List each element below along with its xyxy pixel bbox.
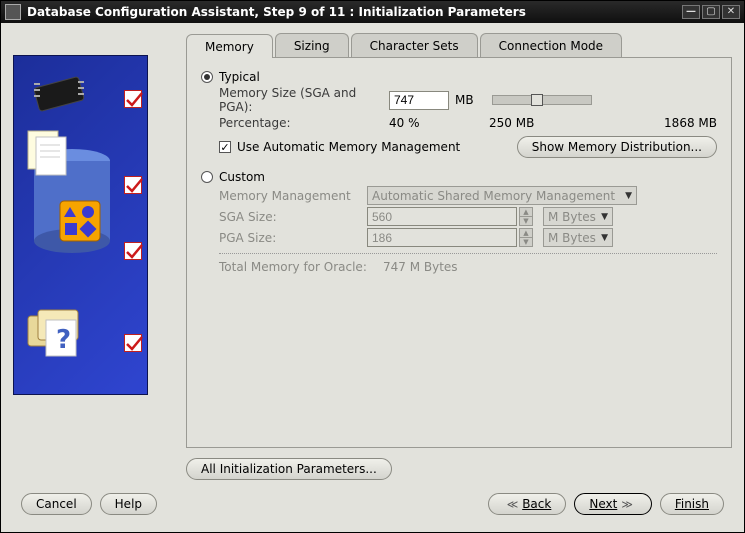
memory-panel: Typical Memory Size (SGA and PGA): MB Pe… [186, 57, 732, 448]
sga-unit-combo: M Bytes ▼ [543, 207, 613, 226]
memory-management-combo: Automatic Shared Memory Management ▼ [367, 186, 637, 205]
memory-size-input[interactable] [389, 91, 449, 110]
memory-slider-knob[interactable] [531, 94, 543, 106]
close-button[interactable]: ✕ [722, 5, 740, 19]
footer-bar: Cancel Help ≪Back Next ≫ Finish [13, 480, 732, 528]
pga-unit-combo: M Bytes ▼ [543, 228, 613, 247]
tab-connection-mode[interactable]: Connection Mode [480, 33, 622, 57]
window-titlebar: Database Configuration Assistant, Step 9… [1, 1, 744, 23]
pga-unit-value: M Bytes [548, 231, 596, 245]
memory-slider[interactable] [492, 95, 592, 105]
window-title: Database Configuration Assistant, Step 9… [27, 5, 680, 19]
sga-size-input [367, 207, 517, 226]
next-button[interactable]: Next ≫ [574, 493, 651, 515]
pga-size-label: PGA Size: [219, 231, 367, 245]
radio-custom[interactable] [201, 171, 213, 183]
percentage-value: 40 % [389, 116, 489, 130]
back-button-label: Back [522, 497, 551, 511]
tab-memory[interactable]: Memory [186, 34, 273, 58]
cancel-button[interactable]: Cancel [21, 493, 92, 515]
memory-size-unit: MB [455, 93, 474, 107]
tab-sizing[interactable]: Sizing [275, 33, 349, 57]
svg-text:?: ? [56, 325, 71, 355]
chevron-down-icon: ▼ [601, 233, 608, 243]
memory-size-label: Memory Size (SGA and PGA): [219, 86, 389, 114]
checkbox-auto-memory-label: Use Automatic Memory Management [237, 140, 460, 154]
app-icon [5, 4, 21, 20]
back-button[interactable]: ≪Back [488, 493, 567, 515]
percentage-label: Percentage: [219, 116, 389, 130]
chevron-right-icon: ≫ [621, 498, 633, 511]
step-check-icon [124, 176, 142, 194]
maximize-button[interactable]: ▢ [702, 5, 720, 19]
radio-typical[interactable] [201, 71, 213, 83]
radio-typical-label: Typical [219, 70, 260, 84]
sga-size-label: SGA Size: [219, 210, 367, 224]
total-memory-value: 747 M Bytes [383, 260, 458, 274]
total-memory-label: Total Memory for Oracle: [219, 260, 383, 274]
next-button-label: Next [589, 497, 617, 511]
finish-button[interactable]: Finish [660, 493, 724, 515]
pga-spinner: ▲▼ [519, 228, 533, 247]
sga-spinner: ▲▼ [519, 207, 533, 226]
step-check-icon [124, 334, 142, 352]
wizard-sidebar: ? [13, 55, 148, 395]
step-check-icon [124, 90, 142, 108]
memory-management-label: Memory Management [219, 189, 367, 203]
slider-mid-label: 250 MB [489, 116, 579, 130]
show-memory-distribution-button[interactable]: Show Memory Distribution... [517, 136, 717, 158]
help-button[interactable]: Help [100, 493, 157, 515]
radio-custom-label: Custom [219, 170, 265, 184]
tab-character-sets[interactable]: Character Sets [351, 33, 478, 57]
memory-management-value: Automatic Shared Memory Management [372, 189, 615, 203]
sga-unit-value: M Bytes [548, 210, 596, 224]
step-check-icon [124, 242, 142, 260]
checkbox-auto-memory[interactable]: ✓ [219, 141, 231, 153]
chevron-down-icon: ▼ [601, 212, 608, 222]
chevron-left-icon: ≪ [507, 498, 519, 511]
slider-max-label: 1868 MB [579, 116, 717, 130]
tab-bar: Memory Sizing Character Sets Connection … [186, 33, 732, 57]
all-initialization-parameters-button[interactable]: All Initialization Parameters... [186, 458, 392, 480]
minimize-button[interactable]: — [682, 5, 700, 19]
chevron-down-icon: ▼ [625, 191, 632, 201]
pga-size-input [367, 228, 517, 247]
finish-button-label: Finish [675, 497, 709, 511]
